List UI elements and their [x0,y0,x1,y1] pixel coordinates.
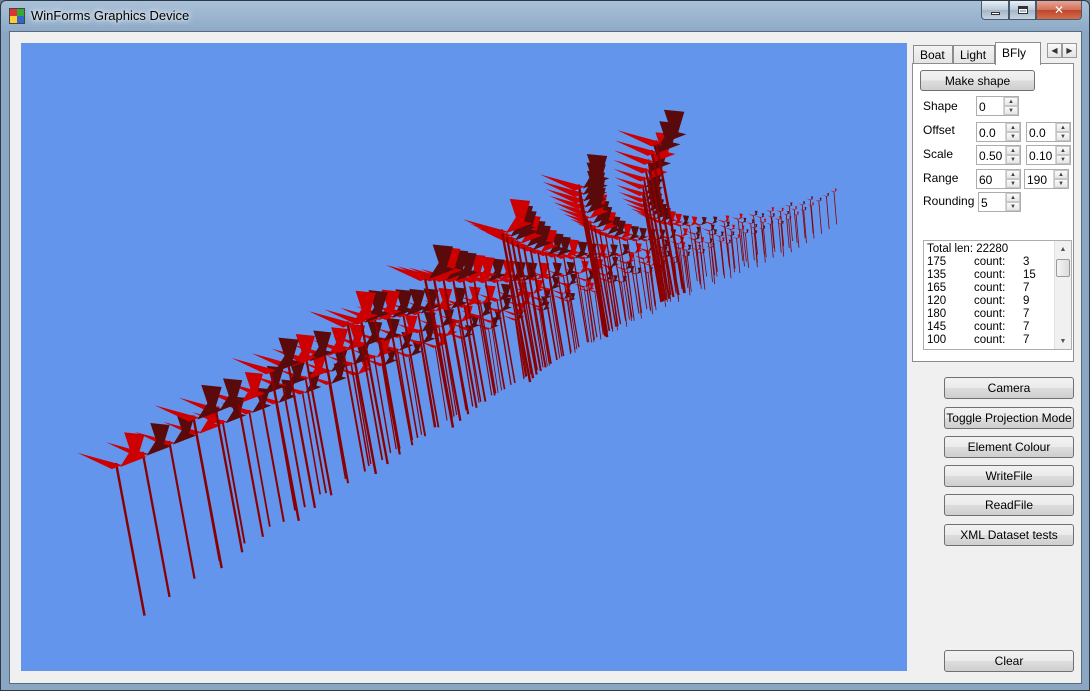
chevron-left-icon: ◀ [1051,46,1058,55]
offset-x-stepper[interactable]: 0.0 ▲ ▼ [976,122,1021,142]
minimize-button[interactable] [981,1,1009,20]
scale-x-value: 0.50 [979,149,1003,163]
range-max-stepper[interactable]: 190 ▲ ▼ [1024,169,1069,189]
close-button[interactable]: ✕ [1036,1,1082,20]
read-file-button[interactable]: ReadFile [944,494,1074,516]
butterfly-element [77,432,147,616]
scale-y-up-icon[interactable]: ▲ [1056,146,1070,155]
window-title: WinForms Graphics Device [31,8,190,23]
tab-strip: Boat Light BFly ◀ ▶ [913,42,1078,65]
scroll-thumb[interactable] [1056,259,1070,277]
range-label: Range [923,171,959,185]
offset-x-up-icon[interactable]: ▲ [1006,123,1020,132]
butterfly-element [822,193,830,230]
butterfly-element [163,404,222,562]
butterfly-element [815,197,822,234]
app-window: WinForms Graphics Device ✕ Boat Light BF… [0,0,1090,691]
xml-dataset-tests-button[interactable]: XML Dataset tests [944,524,1074,546]
range-max-value: 190 [1027,173,1048,187]
tab-scroll-left-button[interactable]: ◀ [1047,43,1062,58]
scale-y-value: 0.10 [1029,149,1053,163]
shape-down-icon[interactable]: ▼ [1004,106,1018,115]
scroll-up-icon[interactable]: ▲ [1057,243,1069,255]
element-colour-button[interactable]: Element Colour [944,436,1074,458]
offset-y-value: 0.0 [1029,126,1046,140]
butterfly-element [154,384,224,569]
range-min-stepper[interactable]: 60 ▲ ▼ [976,169,1021,189]
offset-label: Offset [923,123,955,137]
shape-stepper[interactable]: 0 ▲ ▼ [976,96,1019,116]
tab-scroll-right-button[interactable]: ▶ [1062,43,1077,58]
offset-y-stepper[interactable]: 0.0 ▲ ▼ [1026,122,1071,142]
butterfly-element [553,273,578,350]
list-scrollbar[interactable]: ▲ ▼ [1054,241,1071,349]
length-count-list[interactable]: Total len: 22280 175 count: 3 135 count: 15 … [923,240,1072,350]
tab-boat[interactable]: Boat [913,45,953,64]
list-header: Total len: 22280 [927,243,1009,255]
shape-up-icon[interactable]: ▲ [1004,97,1018,106]
client-area: Boat Light BFly ◀ ▶ Make shape Shape 0 ▲… [9,31,1082,684]
shape-value: 0 [979,100,986,114]
graphics-viewport[interactable] [21,43,907,671]
write-file-button[interactable]: WriteFile [944,465,1074,487]
range-min-down-icon[interactable]: ▼ [1006,179,1020,188]
rounding-label: Rounding [923,194,975,208]
chevron-right-icon: ▶ [1066,46,1073,55]
make-shape-button[interactable]: Make shape [920,70,1035,91]
butterfly-element [134,413,197,579]
toggle-projection-button[interactable]: Toggle Projection Mode [944,407,1074,429]
rounding-value: 5 [981,196,988,210]
camera-button[interactable]: Camera [944,377,1074,399]
maximize-button[interactable] [1009,1,1036,20]
app-icon[interactable] [9,8,25,24]
scale-y-stepper[interactable]: 0.10 ▲ ▼ [1026,145,1071,165]
scale-y-down-icon[interactable]: ▼ [1056,155,1070,164]
butterfly-element [249,379,297,511]
rounding-stepper[interactable]: 5 ▲ ▼ [978,192,1021,212]
offset-x-value: 0.0 [979,126,996,140]
minimize-icon [990,11,1000,15]
range-min-up-icon[interactable]: ▲ [1006,170,1020,179]
clear-button[interactable]: Clear [944,650,1074,672]
offset-x-down-icon[interactable]: ▼ [1006,132,1020,141]
offset-y-down-icon[interactable]: ▼ [1056,132,1070,141]
maximize-icon [1017,6,1028,14]
range-max-down-icon[interactable]: ▼ [1054,179,1068,188]
bfly-tab-panel: Make shape Shape 0 ▲ ▼ Offset 0.0 ▲ ▼ 0.0 … [912,63,1074,362]
close-icon: ✕ [1053,3,1065,17]
tab-light[interactable]: Light [953,45,995,64]
range-min-value: 60 [979,173,993,187]
rounding-up-icon[interactable]: ▲ [1006,193,1020,202]
offset-y-up-icon[interactable]: ▲ [1056,123,1070,132]
title-bar[interactable]: WinForms Graphics Device ✕ [1,1,1089,31]
shape-label: Shape [923,99,958,113]
rounding-down-icon[interactable]: ▼ [1006,202,1020,211]
butterfly-element [830,188,838,225]
butterfly-scene [77,109,838,616]
scale-label: Scale [923,147,954,161]
scroll-down-icon[interactable]: ▼ [1057,335,1069,347]
butterfly-element [774,215,782,253]
butterfly-element [276,354,328,494]
range-max-up-icon[interactable]: ▲ [1054,170,1068,179]
scale-x-down-icon[interactable]: ▼ [1006,155,1020,164]
tab-bfly[interactable]: BFly [995,42,1041,65]
scale-x-stepper[interactable]: 0.50 ▲ ▼ [976,145,1021,165]
scale-x-up-icon[interactable]: ▲ [1006,146,1020,155]
